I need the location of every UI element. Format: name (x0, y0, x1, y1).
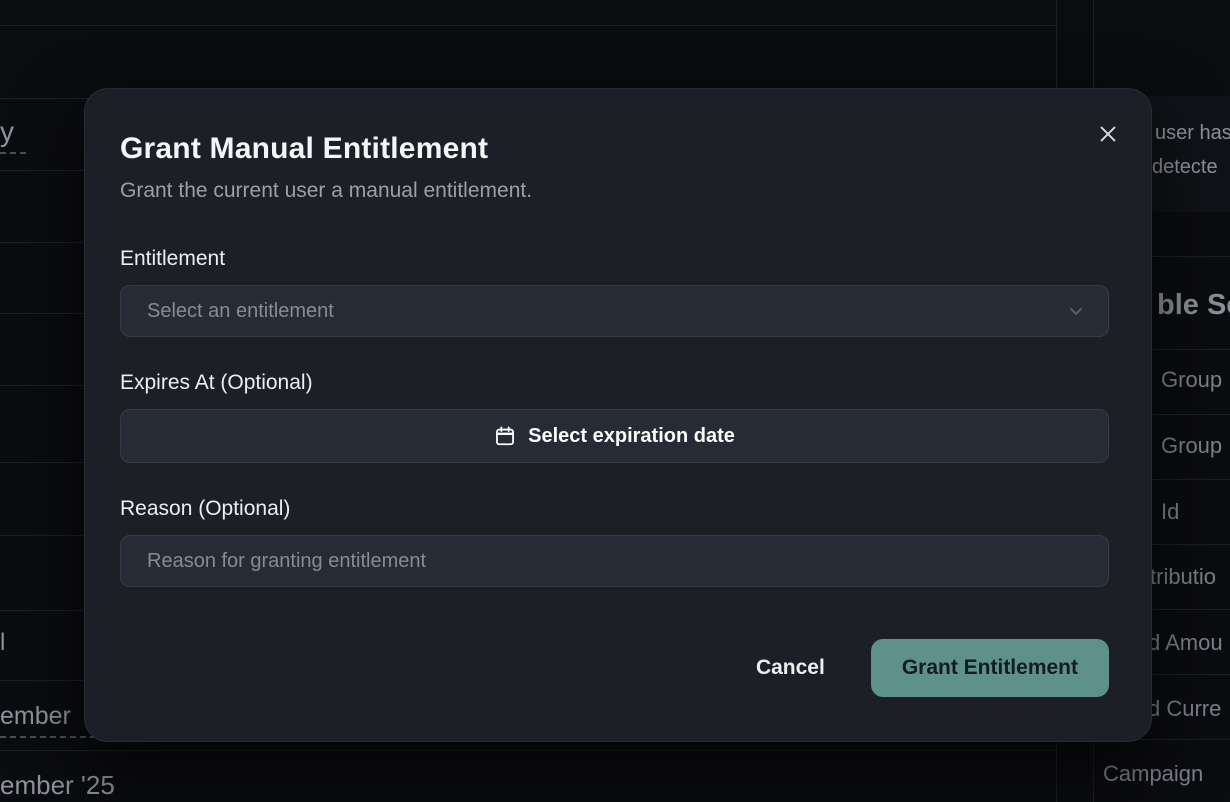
bg-left-text-fragment: ember (0, 702, 71, 731)
bg-left-text-fragment: y (0, 116, 14, 148)
reason-label: Reason (Optional) (120, 497, 1109, 521)
close-icon (1097, 123, 1119, 145)
close-button[interactable] (1095, 121, 1121, 147)
expires-label: Expires At (Optional) (120, 371, 1109, 395)
dialog-title: Grant Manual Entitlement (120, 131, 1109, 167)
grant-entitlement-button[interactable]: Grant Entitlement (871, 639, 1109, 697)
dialog-subtitle: Grant the current user a manual entitlem… (120, 179, 1109, 203)
bg-right-section-heading-fragment: ble Se (1157, 289, 1230, 322)
bg-right-row-fragment: d Curre (1148, 696, 1221, 722)
chevron-down-icon (1066, 301, 1086, 321)
table-row-divider (0, 750, 1056, 751)
grant-manual-entitlement-dialog: Grant Manual Entitlement Grant the curre… (84, 88, 1152, 742)
bg-right-text-fragment: user has (1155, 122, 1230, 145)
dialog-footer: Cancel Grant Entitlement (120, 639, 1109, 697)
reason-field: Reason (Optional) (120, 497, 1109, 587)
bg-right-row-fragment: Group (1161, 433, 1222, 459)
reason-input[interactable] (120, 535, 1109, 587)
entitlement-field: Entitlement Select an entitlement (120, 247, 1109, 337)
entitlement-select-placeholder: Select an entitlement (147, 300, 334, 323)
expires-field: Expires At (Optional) Select expiration … (120, 371, 1109, 463)
bg-right-text-fragment: detecte (1152, 156, 1218, 179)
calendar-icon (494, 425, 516, 447)
dashed-underline (0, 152, 26, 154)
expiration-date-button[interactable]: Select expiration date (120, 409, 1109, 463)
bg-left-text-fragment: ember '25 (0, 770, 115, 801)
entitlement-select[interactable]: Select an entitlement (120, 285, 1109, 337)
bg-right-row-fragment: Group (1161, 367, 1222, 393)
bg-right-row-fragment: Id (1161, 499, 1179, 525)
cancel-button[interactable]: Cancel (756, 656, 825, 680)
table-row-divider (0, 25, 1056, 26)
bg-right-row-fragment: d Amou (1148, 630, 1223, 656)
bg-right-row-fragment: Campaign (1103, 761, 1203, 787)
expiration-date-button-label: Select expiration date (528, 425, 735, 448)
bg-left-text-fragment: l (0, 629, 5, 657)
bg-right-row-fragment: tributio (1150, 564, 1216, 590)
entitlement-label: Entitlement (120, 247, 1109, 271)
